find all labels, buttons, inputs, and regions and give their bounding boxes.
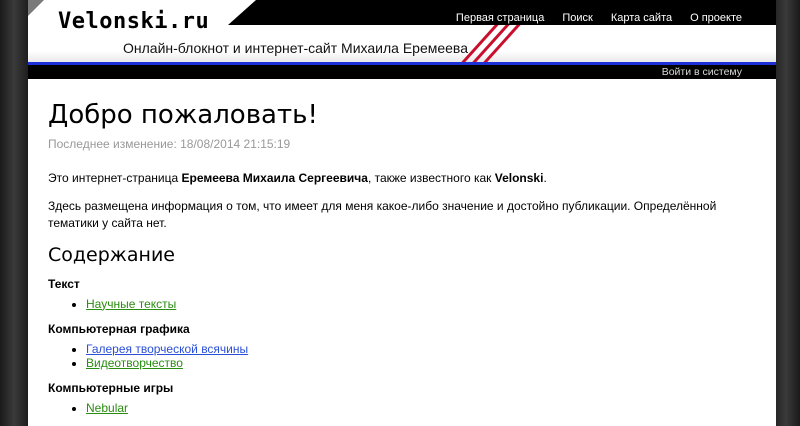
page-title: Добро пожаловать! — [48, 100, 318, 130]
list-item: Научные тексты — [86, 297, 758, 311]
link-video[interactable]: Видеотворчество — [86, 356, 183, 370]
section-links-list: Nebular — [48, 401, 758, 415]
link-gallery[interactable]: Галерея творческой всячины — [86, 342, 248, 356]
nav-about[interactable]: О проекте — [690, 12, 742, 24]
last-modified: Последнее изменение: 18/08/2014 21:15:19 — [48, 137, 291, 152]
login-link[interactable]: Войти в систему — [662, 66, 742, 78]
top-navigation: Первая страница Поиск Карта сайта О прое… — [456, 12, 742, 24]
section-title-text: Текст — [48, 276, 80, 291]
nav-home[interactable]: Первая страница — [456, 12, 544, 24]
list-item: Nebular — [86, 401, 758, 415]
list-item: Галерея творческой всячины — [86, 342, 758, 356]
section-title-games: Компьютерные игры — [48, 380, 174, 395]
main-content: Добро пожаловать! Последнее изменение: 1… — [48, 100, 758, 415]
section-links-list: Научные тексты — [48, 297, 758, 311]
link-nebular[interactable]: Nebular — [86, 401, 128, 415]
site-logo[interactable]: Velonski.ru — [58, 9, 209, 34]
intro-text: . — [543, 171, 547, 186]
corner-fold-decoration — [28, 0, 44, 16]
site-tagline: Онлайн-блокнот и интернет-сайт Михаила Е… — [123, 40, 469, 56]
section-links-list: Галерея творческой всячины Видеотворчест… — [48, 342, 758, 370]
intro-text: , также известного как — [367, 171, 495, 186]
nav-search[interactable]: Поиск — [562, 12, 592, 24]
intro-paragraph: Это интернет-страница Еремеева Михаила С… — [48, 170, 758, 187]
intro-text: Это интернет-страница — [48, 171, 182, 186]
list-item: Видеотворчество — [86, 356, 758, 370]
author-nickname: Velonski — [494, 171, 544, 186]
link-scientific-texts[interactable]: Научные тексты — [86, 297, 176, 311]
section-title-graphics: Компьютерная графика — [48, 321, 190, 336]
user-bar: Войти в систему — [28, 65, 776, 79]
logo-tab-shape — [228, 0, 256, 25]
page: Velonski.ru Онлайн-блокнот и интернет-са… — [28, 0, 776, 426]
author-name: Еремеева Михаила Сергеевича — [181, 171, 368, 186]
nav-sitemap[interactable]: Карта сайта — [611, 12, 672, 24]
description-paragraph: Здесь размещена информация о том, что им… — [48, 198, 717, 230]
contents-heading: Содержание — [48, 243, 175, 266]
site-header: Velonski.ru Онлайн-блокнот и интернет-са… — [28, 0, 776, 62]
